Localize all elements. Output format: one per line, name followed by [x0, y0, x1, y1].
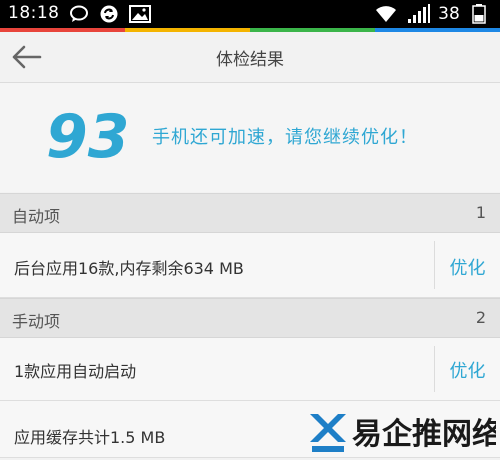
page-title: 体检结果 [216, 50, 284, 70]
section-label: 自动项 [12, 207, 61, 226]
app-header: 体检结果 [0, 32, 500, 83]
section-header-auto: 自动项 1 [0, 193, 500, 233]
score-message: 手机还可加速，请您继续优化！ [152, 127, 418, 148]
section-count: 1 [475, 203, 486, 222]
optimize-button[interactable]: 优化 [435, 254, 500, 280]
section-label: 手动项 [12, 312, 61, 331]
score-value: 93 [46, 102, 130, 171]
image-icon [128, 4, 152, 24]
item-text: 后台应用16款,内存剩余634 MB [14, 259, 244, 278]
status-time: 18:18 [8, 3, 60, 23]
battery-icon [466, 4, 492, 24]
chat-bubble-icon [68, 4, 90, 24]
optimize-button[interactable]: 优化 [435, 357, 500, 383]
score-number: 93 [44, 101, 134, 175]
sync-icon [98, 4, 120, 24]
wifi-icon [374, 4, 398, 24]
list-item: 1款应用自动启动 优化 [0, 338, 500, 401]
watermark-text: 易企推网络 [352, 417, 496, 452]
status-bar: 18:18 38 [0, 0, 500, 28]
list-item: 后台应用16款,内存剩余634 MB 优化 [0, 233, 500, 298]
signal-icon [406, 4, 432, 24]
battery-level: 38 [438, 4, 460, 24]
section-header-manual: 手动项 2 [0, 298, 500, 338]
watermark-mark-icon [310, 414, 346, 452]
section-count: 2 [475, 308, 486, 327]
score-panel: 93 手机还可加速，请您继续优化！ [0, 83, 500, 192]
item-text: 应用缓存共计1.5 MB [14, 428, 166, 447]
item-text: 1款应用自动启动 [14, 362, 137, 381]
watermark-logo: 易企推网络 [306, 408, 500, 456]
